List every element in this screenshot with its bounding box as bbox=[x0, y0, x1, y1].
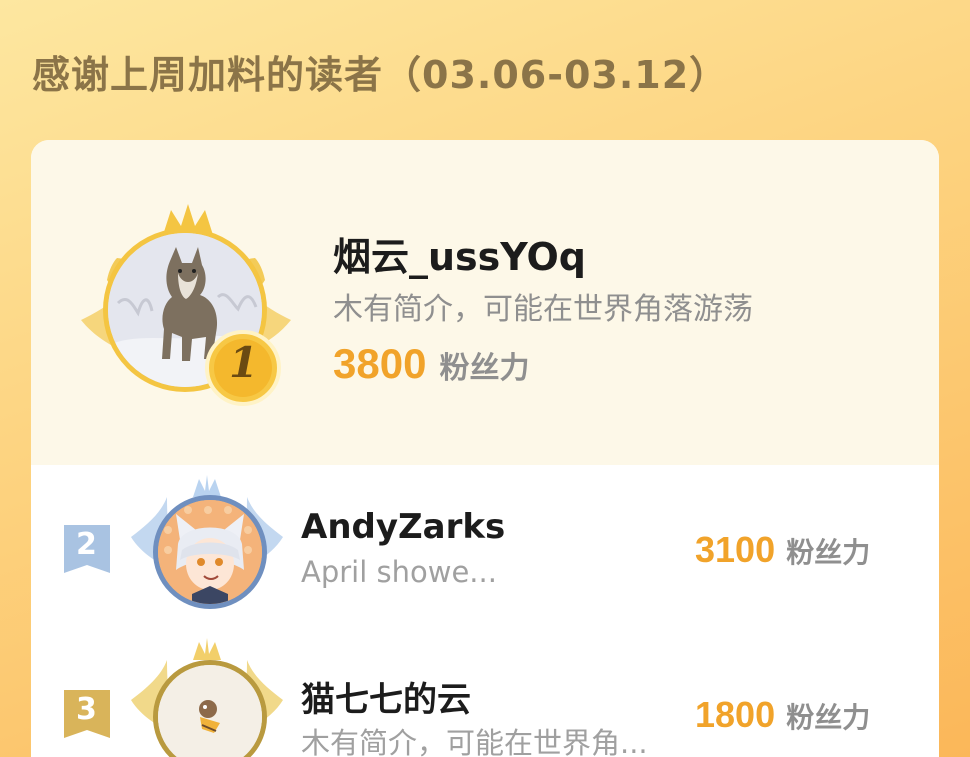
list-item[interactable]: 2 AndyZarks April showe... 3100 粉丝力 bbox=[31, 465, 939, 625]
top-reader-bio: 木有简介，可能在世界角落游荡 bbox=[333, 292, 753, 327]
leaderboard-card: 1 烟云_ussYOq 木有简介，可能在世界角落游荡 3800 粉丝力 2 An… bbox=[31, 140, 939, 757]
list-item[interactable]: 3 猫七七的云 木有简介，可能在世界角... 1800 粉丝力 bbox=[31, 630, 939, 757]
top-reader-name: 烟云_ussYOq bbox=[333, 235, 586, 279]
reader-name: 猫七七的云 bbox=[301, 680, 471, 720]
cat-avatar-image bbox=[158, 665, 262, 757]
score-unit: 粉丝力 bbox=[786, 701, 871, 734]
rank-1-label: 1 bbox=[229, 338, 259, 387]
anime-avatar-image bbox=[158, 500, 262, 604]
score-unit: 粉丝力 bbox=[439, 351, 530, 386]
reader-score: 3100 粉丝力 bbox=[695, 529, 870, 571]
rank-3-label: 3 bbox=[76, 692, 97, 727]
reader-name: AndyZarks bbox=[301, 507, 506, 547]
reader-score: 1800 粉丝力 bbox=[695, 694, 870, 736]
reader-bio: 木有简介，可能在世界角... bbox=[301, 726, 648, 757]
page-title: 感谢上周加料的读者（03.06-03.12） bbox=[32, 53, 729, 97]
score-value: 3100 bbox=[695, 529, 776, 570]
score-value: 3800 bbox=[333, 340, 427, 387]
reader-bio: April showe... bbox=[301, 555, 497, 589]
score-unit: 粉丝力 bbox=[786, 536, 871, 569]
score-value: 1800 bbox=[695, 694, 776, 735]
top-reader-entry[interactable]: 1 烟云_ussYOq 木有简介，可能在世界角落游荡 3800 粉丝力 bbox=[31, 140, 939, 465]
top-reader-score: 3800 粉丝力 bbox=[333, 340, 530, 388]
rank-2-label: 2 bbox=[76, 527, 97, 562]
avatar bbox=[153, 495, 267, 609]
